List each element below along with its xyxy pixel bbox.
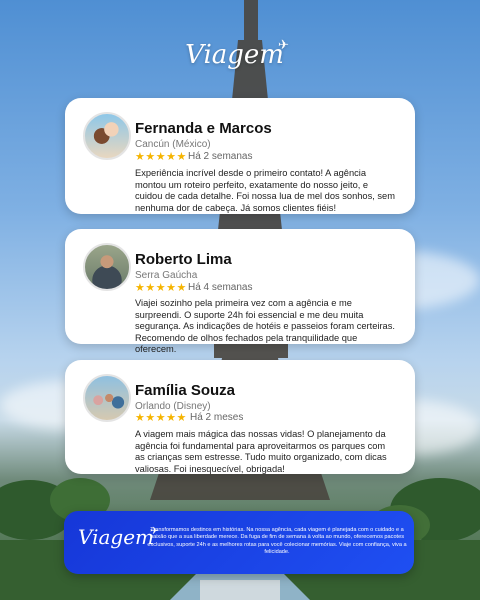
logo-wordmark: Viagem (185, 40, 284, 70)
review-time: Há 2 meses (190, 412, 244, 423)
reviewer-name: Fernanda e Marcos (135, 120, 272, 137)
testimonial-card: Família Souza Orlando (Disney) ★★★★★ Há … (65, 360, 415, 474)
reviewer-name: Roberto Lima (135, 251, 232, 268)
rating-stars: ★★★★★ (135, 151, 187, 163)
avatar (83, 374, 131, 422)
footer-description: Transformamos destinos em histórias. Na … (147, 527, 407, 556)
reviewer-name: Família Souza (135, 382, 236, 399)
testimonial-card: Roberto Lima Serra Gaúcha ★★★★★ Há 4 sem… (65, 229, 415, 354)
avatar (83, 112, 131, 160)
rating-stars: ★★★★★ (135, 412, 187, 424)
rating-stars: ★★★★★ (135, 282, 187, 294)
trip-destination: Cancún (México) (135, 139, 211, 150)
brand-logo: Viagem✈ (0, 38, 480, 70)
avatar (83, 243, 131, 291)
footer-logo-wordmark: Viagem (78, 525, 155, 549)
airplane-icon: ✈ (277, 38, 289, 53)
trip-destination: Serra Gaúcha (135, 270, 198, 281)
review-text: A viagem mais mágica das nossas vidas! O… (135, 429, 387, 474)
review-text: Experiência incrível desde o primeiro co… (135, 168, 395, 213)
footer-banner: Viagem✈ Transformamos destinos em histór… (64, 511, 414, 574)
review-time: Há 2 semanas (188, 151, 253, 162)
review-time: Há 4 semanas (188, 282, 253, 293)
testimonial-card: Fernanda e Marcos Cancún (México) ★★★★★ … (65, 98, 415, 214)
review-text: Viajei sozinho pela primeira vez com a a… (135, 298, 395, 355)
